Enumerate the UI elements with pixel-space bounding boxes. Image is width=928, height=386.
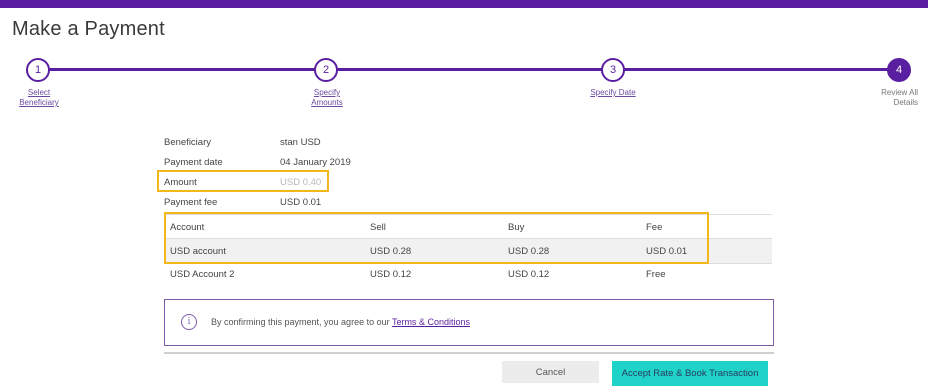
step-4-label: Review All Details — [881, 88, 918, 107]
summary-payment-fee: Payment fee USD 0.01 — [164, 197, 321, 208]
page-title: Make a Payment — [12, 18, 165, 40]
step-4-circle: 4 — [887, 58, 911, 82]
payment-date-value: 04 January 2019 — [280, 157, 351, 168]
step-1-label[interactable]: Select Beneficiary — [18, 88, 60, 108]
table-cell-sell: USD 0.12 — [370, 269, 412, 280]
cancel-button[interactable]: Cancel — [502, 361, 599, 383]
step-3-circle[interactable]: 3 — [601, 58, 625, 82]
table-cell-buy: USD 0.12 — [508, 269, 550, 280]
beneficiary-value: stan USD — [280, 137, 321, 148]
table-cell-account: USD Account 2 — [170, 269, 235, 280]
terms-notice: i By confirming this payment, you agree … — [164, 299, 774, 346]
table-highlight-box — [164, 212, 709, 264]
step-3-label[interactable]: Specify Date — [583, 88, 643, 98]
step-2-circle[interactable]: 2 — [314, 58, 338, 82]
step-1-circle[interactable]: 1 — [26, 58, 50, 82]
footer-divider — [164, 352, 774, 354]
terms-link[interactable]: Terms & Conditions — [392, 317, 470, 327]
table-row: USD Account 2 USD 0.12 USD 0.12 Free — [164, 262, 772, 286]
amount-highlight-box — [157, 170, 329, 192]
summary-beneficiary: Beneficiary stan USD — [164, 137, 321, 148]
payment-fee-label: Payment fee — [164, 197, 218, 208]
beneficiary-label: Beneficiary — [164, 137, 211, 148]
table-cell-fee: Free — [646, 269, 666, 280]
step-2-label[interactable]: Specify Amounts — [306, 88, 348, 108]
payment-date-label: Payment date — [164, 157, 223, 168]
notice-text: By confirming this payment, you agree to… — [211, 317, 470, 327]
progress-stepper: 1 Select Beneficiary 2 Specify Amounts 3… — [0, 56, 928, 116]
summary-payment-date: Payment date 04 January 2019 — [164, 157, 351, 168]
stepper-line — [38, 68, 900, 71]
notice-message: By confirming this payment, you agree to… — [211, 317, 392, 327]
top-brand-bar — [0, 0, 928, 8]
payment-fee-value: USD 0.01 — [280, 197, 322, 208]
accept-rate-button[interactable]: Accept Rate & Book Transaction — [612, 361, 768, 386]
info-icon: i — [181, 314, 197, 330]
